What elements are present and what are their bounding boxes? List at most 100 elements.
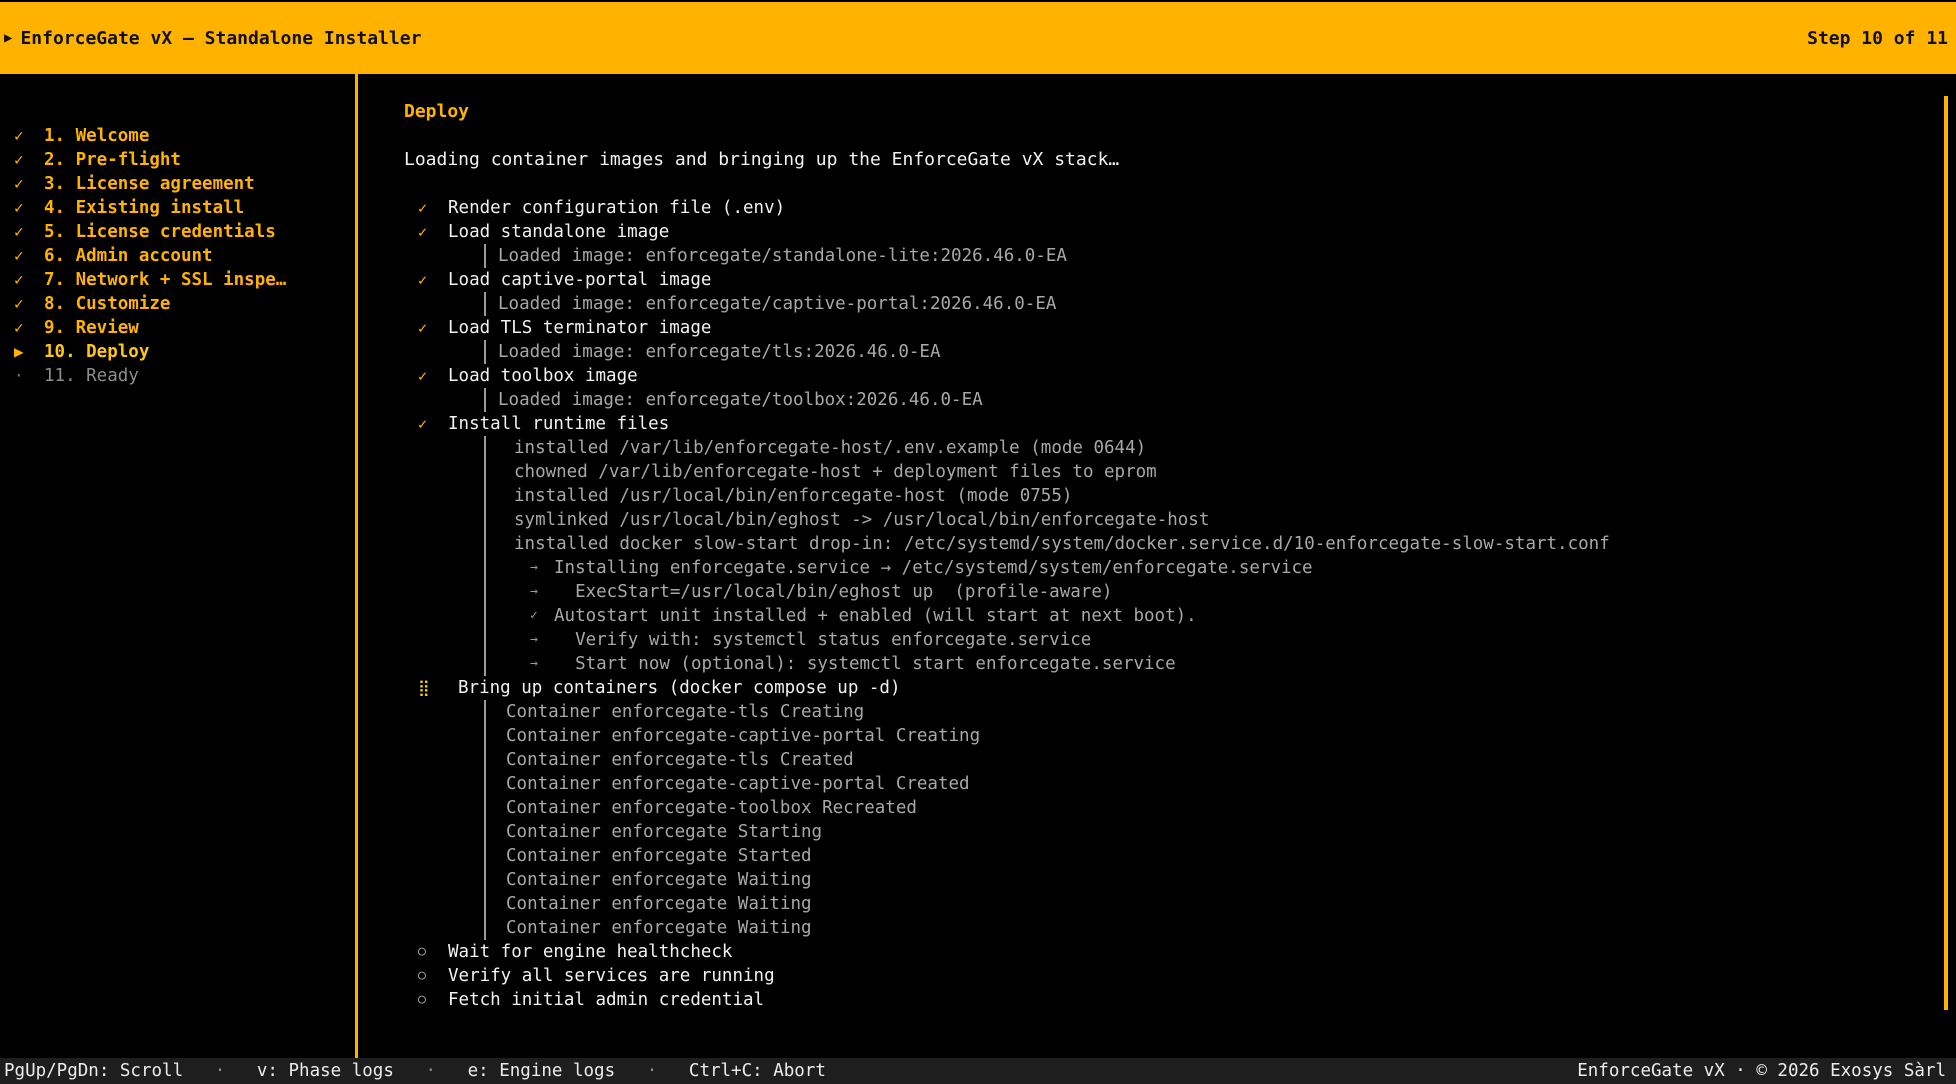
check-icon: ✓ xyxy=(14,294,24,313)
pending-circle-icon: ○ xyxy=(418,992,426,1007)
deploy-step: ⣿ Bring up containers (docker compose up … xyxy=(418,676,1918,700)
log-indent-bar xyxy=(484,340,486,364)
log-line: Container enforcegate-tls Created xyxy=(418,748,1918,772)
log-line: → Start now (optional): systemctl start … xyxy=(418,652,1918,676)
log-indent-bar xyxy=(484,244,486,268)
log-indent-bar xyxy=(484,508,486,532)
check-icon: ✓ xyxy=(14,198,24,217)
sidebar-item-label: 7. Network + SSL inspe… xyxy=(44,270,287,290)
log-line: Container enforcegate-toolbox Recreated xyxy=(418,796,1918,820)
log-line-text: Loaded image: enforcegate/toolbox:2026.4… xyxy=(498,390,983,410)
log-line-text: installed /usr/local/bin/enforcegate-hos… xyxy=(514,486,1073,506)
sidebar-item-9[interactable]: ✓ 9. Review xyxy=(14,316,286,340)
key-hint: PgUp/PgDn: Scroll xyxy=(4,1061,184,1081)
key-hint: v: Phase logs xyxy=(256,1061,394,1081)
arrow-icon: → xyxy=(530,632,538,647)
check-icon: ✓ xyxy=(14,318,24,337)
log-line-text: Loaded image: enforcegate/standalone-lit… xyxy=(498,246,1067,266)
app-title: EnforceGate vX — Standalone Installer xyxy=(20,27,422,49)
sidebar-item-label: 8. Customize xyxy=(44,294,171,314)
deploy-step-label: Install runtime files xyxy=(448,414,670,434)
log-indent-bar xyxy=(484,436,486,460)
log-line-text: Container enforcegate-tls Creating xyxy=(506,702,865,722)
hint-separator: · xyxy=(393,1061,468,1081)
play-icon: ▶ xyxy=(4,30,13,46)
log-line-text: Autostart unit installed + enabled (will… xyxy=(554,606,1197,626)
log-indent-bar xyxy=(484,700,486,724)
log-indent-bar xyxy=(484,292,486,316)
log-line: Loaded image: enforcegate/captive-portal… xyxy=(418,292,1918,316)
check-icon: ✓ xyxy=(14,246,24,265)
log-line: Container enforcegate-captive-portal Cre… xyxy=(418,724,1918,748)
sidebar-item-3[interactable]: ✓ 3. License agreement xyxy=(14,172,286,196)
arrow-icon: → xyxy=(530,584,538,599)
copyright: EnforceGate vX · © 2026 Exosys Sàrl xyxy=(1577,1061,1946,1081)
log-line-text: ExecStart=/usr/local/bin/eghost up (prof… xyxy=(554,582,1113,602)
spinner-icon: ⣿ xyxy=(418,678,430,697)
log-indent-bar xyxy=(484,652,486,676)
check-icon: ✓ xyxy=(418,223,428,241)
arrow-icon: → xyxy=(530,560,538,575)
deploy-step: ○ Verify all services are running xyxy=(418,964,1918,988)
log-line: Container enforcegate Waiting xyxy=(418,916,1918,940)
log-line: ✓ Autostart unit installed + enabled (wil… xyxy=(418,604,1918,628)
sidebar-item-11[interactable]: · 11. Ready xyxy=(14,364,286,388)
log-indent-bar xyxy=(484,724,486,748)
arrow-icon: → xyxy=(530,656,538,671)
deploy-step: ✓ Install runtime files xyxy=(418,412,1918,436)
sidebar-item-label: 11. Ready xyxy=(44,366,139,386)
log-line: Loaded image: enforcegate/standalone-lit… xyxy=(418,244,1918,268)
log-line: Container enforcegate-captive-portal Cre… xyxy=(418,772,1918,796)
deploy-log[interactable]: ✓ Render configuration file (.env) ✓ Load s… xyxy=(418,196,1918,1012)
deploy-step-label: Render configuration file (.env) xyxy=(448,198,786,218)
log-line: installed /var/lib/enforcegate-host/.env… xyxy=(418,436,1918,460)
log-line: Loaded image: enforcegate/toolbox:2026.4… xyxy=(418,388,1918,412)
deploy-step: ✓ Load toolbox image xyxy=(418,364,1918,388)
check-icon: ✓ xyxy=(14,150,24,169)
sidebar-item-label: 4. Existing install xyxy=(44,198,245,218)
deploy-step: ✓ Load TLS terminator image xyxy=(418,316,1918,340)
pending-circle-icon: ○ xyxy=(418,968,426,983)
main-panel: Deploy Loading container images and brin… xyxy=(360,74,1940,1058)
sidebar-item-label: 1. Welcome xyxy=(44,126,150,146)
sidebar-item-label: 3. License agreement xyxy=(44,174,255,194)
sidebar-item-2[interactable]: ✓ 2. Pre-flight xyxy=(14,148,286,172)
log-line: Container enforcegate Waiting xyxy=(418,892,1918,916)
log-line: Container enforcegate Waiting xyxy=(418,868,1918,892)
sidebar-item-4[interactable]: ✓ 4. Existing install xyxy=(14,196,286,220)
log-line-text: installed /var/lib/enforcegate-host/.env… xyxy=(514,438,1147,458)
log-indent-bar xyxy=(484,388,486,412)
key-hints: PgUp/PgDn: Scroll · v: Phase logs · e: E… xyxy=(4,1058,826,1084)
log-indent-bar xyxy=(484,820,486,844)
check-icon: ✓ xyxy=(14,270,24,289)
sidebar-item-label: 2. Pre-flight xyxy=(44,150,181,170)
log-line: installed /usr/local/bin/enforcegate-hos… xyxy=(418,484,1918,508)
log-indent-bar xyxy=(484,460,486,484)
sidebar-item-8[interactable]: ✓ 8. Customize xyxy=(14,292,286,316)
log-indent-bar xyxy=(484,916,486,940)
log-indent-bar xyxy=(484,748,486,772)
log-line-text: Container enforcegate Waiting xyxy=(506,918,812,938)
step-indicator: Step 10 of 11 xyxy=(1807,27,1948,49)
log-indent-bar xyxy=(484,868,486,892)
step-list: ✓ 1. Welcome ✓ 2. Pre-flight ✓ 3. License agr… xyxy=(14,124,286,388)
log-line: chowned /var/lib/enforcegate-host + depl… xyxy=(418,460,1918,484)
sidebar-item-6[interactable]: ✓ 6. Admin account xyxy=(14,244,286,268)
check-icon: ✓ xyxy=(530,608,538,623)
sidebar-item-1[interactable]: ✓ 1. Welcome xyxy=(14,124,286,148)
log-line: → Installing enforcegate.service → /etc/s… xyxy=(418,556,1918,580)
pending-circle-icon: ○ xyxy=(418,944,426,959)
check-icon: ✓ xyxy=(418,199,428,217)
sidebar-item-7[interactable]: ✓ 7. Network + SSL inspe… xyxy=(14,268,286,292)
sidebar-item-5[interactable]: ✓ 5. License credentials xyxy=(14,220,286,244)
scrollbar[interactable] xyxy=(1944,96,1948,1010)
sidebar-item-10[interactable]: ▶ 10. Deploy xyxy=(14,340,286,364)
check-icon: ✓ xyxy=(418,415,428,433)
log-line: Container enforcegate-tls Creating xyxy=(418,700,1918,724)
log-indent-bar xyxy=(484,772,486,796)
check-icon: ✓ xyxy=(418,319,428,337)
hint-separator: · xyxy=(615,1061,689,1081)
check-icon: ✓ xyxy=(418,367,428,385)
log-line-text: Container enforcegate Starting xyxy=(506,822,823,842)
key-hint: Ctrl+C: Abort xyxy=(688,1061,826,1081)
